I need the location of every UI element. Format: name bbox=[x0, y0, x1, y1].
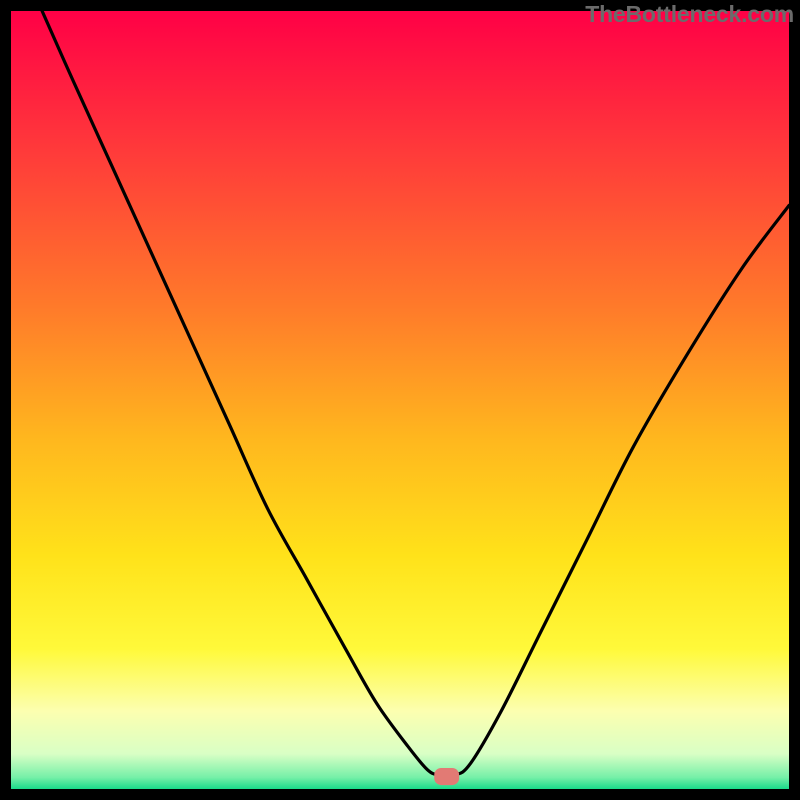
chart-frame bbox=[11, 11, 789, 789]
optimal-point bbox=[434, 768, 459, 785]
plot-area bbox=[11, 11, 789, 789]
bottleneck-curve bbox=[42, 11, 789, 776]
curve-layer bbox=[11, 11, 789, 789]
watermark-text: TheBottleneck.com bbox=[585, 1, 794, 28]
